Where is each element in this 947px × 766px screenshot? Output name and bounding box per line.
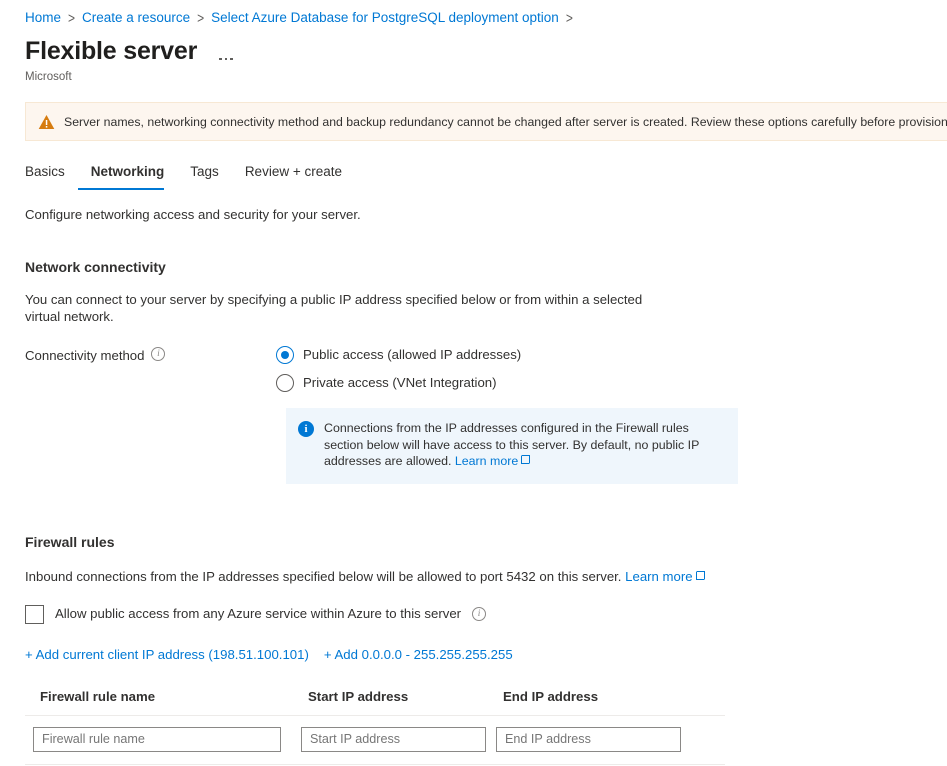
connectivity-method-label-group: Connectivity method i bbox=[25, 346, 276, 484]
firewall-rules-table: Firewall rule name Start IP address End … bbox=[25, 688, 725, 765]
breadcrumb-item-create-a-resource[interactable]: Create a resource bbox=[82, 9, 190, 27]
network-connectivity-title: Network connectivity bbox=[25, 259, 166, 275]
info-box-text-group: Connections from the IP addresses config… bbox=[324, 420, 724, 470]
external-link-icon bbox=[695, 570, 705, 580]
radio-public-access-label: Public access (allowed IP addresses) bbox=[303, 347, 522, 362]
allow-azure-services-label: Allow public access from any Azure servi… bbox=[55, 606, 462, 621]
radio-option-public-access[interactable]: Public access (allowed IP addresses) bbox=[276, 346, 947, 364]
connectivity-method-label: Connectivity method bbox=[25, 348, 145, 363]
breadcrumb-separator: > bbox=[197, 9, 205, 27]
start-ip-address-input[interactable] bbox=[301, 726, 486, 752]
radio-public-access-indicator[interactable] bbox=[276, 346, 294, 364]
breadcrumb: Home > Create a resource > Select Azure … bbox=[0, 0, 947, 27]
tab-basics[interactable]: Basics bbox=[25, 163, 78, 190]
cell-start-ip bbox=[293, 726, 488, 752]
column-header-end-ip: End IP address bbox=[503, 688, 599, 704]
firewall-action-links: + Add current client IP address (198.51.… bbox=[25, 646, 947, 664]
firewall-learn-more-link[interactable]: Learn more bbox=[625, 569, 692, 584]
allow-azure-services-row[interactable]: Allow public access from any Azure servi… bbox=[25, 604, 947, 624]
breadcrumb-separator: > bbox=[565, 9, 573, 27]
connectivity-method-row: Connectivity method i Public access (all… bbox=[25, 346, 947, 484]
cell-end-ip bbox=[488, 726, 683, 752]
cell-rule-name bbox=[25, 726, 293, 752]
tab-description: Configure networking access and security… bbox=[25, 207, 361, 222]
wizard-tabs: Basics Networking Tags Review + create bbox=[0, 163, 947, 190]
firewall-rules-title: Firewall rules bbox=[25, 533, 115, 550]
tab-tags[interactable]: Tags bbox=[177, 163, 232, 190]
firewall-rule-name-input[interactable] bbox=[33, 726, 281, 752]
firewall-rules-description: Inbound connections from the IP addresse… bbox=[25, 568, 622, 584]
info-filled-icon: i bbox=[298, 421, 314, 437]
warning-triangle-icon bbox=[38, 114, 55, 130]
connectivity-method-options: Public access (allowed IP addresses) Pri… bbox=[276, 346, 947, 484]
column-header-start-ip: Start IP address bbox=[308, 688, 409, 704]
tab-review-create[interactable]: Review + create bbox=[232, 163, 355, 190]
firewall-rules-description-group: Inbound connections from the IP addresse… bbox=[25, 568, 947, 586]
publisher-label: Microsoft bbox=[25, 71, 72, 83]
breadcrumb-separator: > bbox=[68, 9, 76, 27]
add-all-ip-range-link[interactable]: + Add 0.0.0.0 - 255.255.255.255 bbox=[324, 646, 513, 664]
table-row bbox=[25, 716, 725, 765]
column-header-rule-name: Firewall rule name bbox=[40, 688, 156, 704]
radio-private-access-label: Private access (VNet Integration) bbox=[303, 375, 497, 390]
network-connectivity-section: Network connectivity You can connect to … bbox=[0, 258, 947, 484]
public-access-info-box: i Connections from the IP addresses conf… bbox=[286, 408, 738, 484]
breadcrumb-item-select-deployment-option[interactable]: Select Azure Database for PostgreSQL dep… bbox=[211, 9, 559, 27]
warning-banner: Server names, networking connectivity me… bbox=[25, 102, 947, 141]
info-icon[interactable]: i bbox=[472, 607, 487, 621]
firewall-rules-section: Firewall rules Inbound connections from … bbox=[0, 533, 947, 765]
radio-option-private-access[interactable]: Private access (VNet Integration) bbox=[276, 374, 947, 392]
external-link-icon bbox=[521, 455, 531, 464]
end-ip-address-input[interactable] bbox=[496, 726, 681, 752]
allow-azure-services-checkbox[interactable] bbox=[25, 604, 44, 624]
info-box-learn-more-link[interactable]: Learn more bbox=[455, 454, 518, 468]
network-connectivity-description: You can connect to your server by specif… bbox=[25, 292, 643, 324]
firewall-table-header: Firewall rule name Start IP address End … bbox=[25, 688, 725, 716]
more-options-icon[interactable] bbox=[219, 38, 233, 64]
add-current-client-ip-link[interactable]: + Add current client IP address (198.51.… bbox=[25, 646, 309, 664]
page-header: Flexible server bbox=[0, 27, 947, 66]
info-icon[interactable]: i bbox=[151, 347, 166, 361]
breadcrumb-item-home[interactable]: Home bbox=[25, 9, 61, 27]
page-title: Flexible server bbox=[25, 37, 198, 65]
warning-banner-text: Server names, networking connectivity me… bbox=[64, 114, 947, 129]
tab-networking[interactable]: Networking bbox=[77, 163, 178, 190]
radio-private-access-indicator[interactable] bbox=[276, 374, 294, 392]
